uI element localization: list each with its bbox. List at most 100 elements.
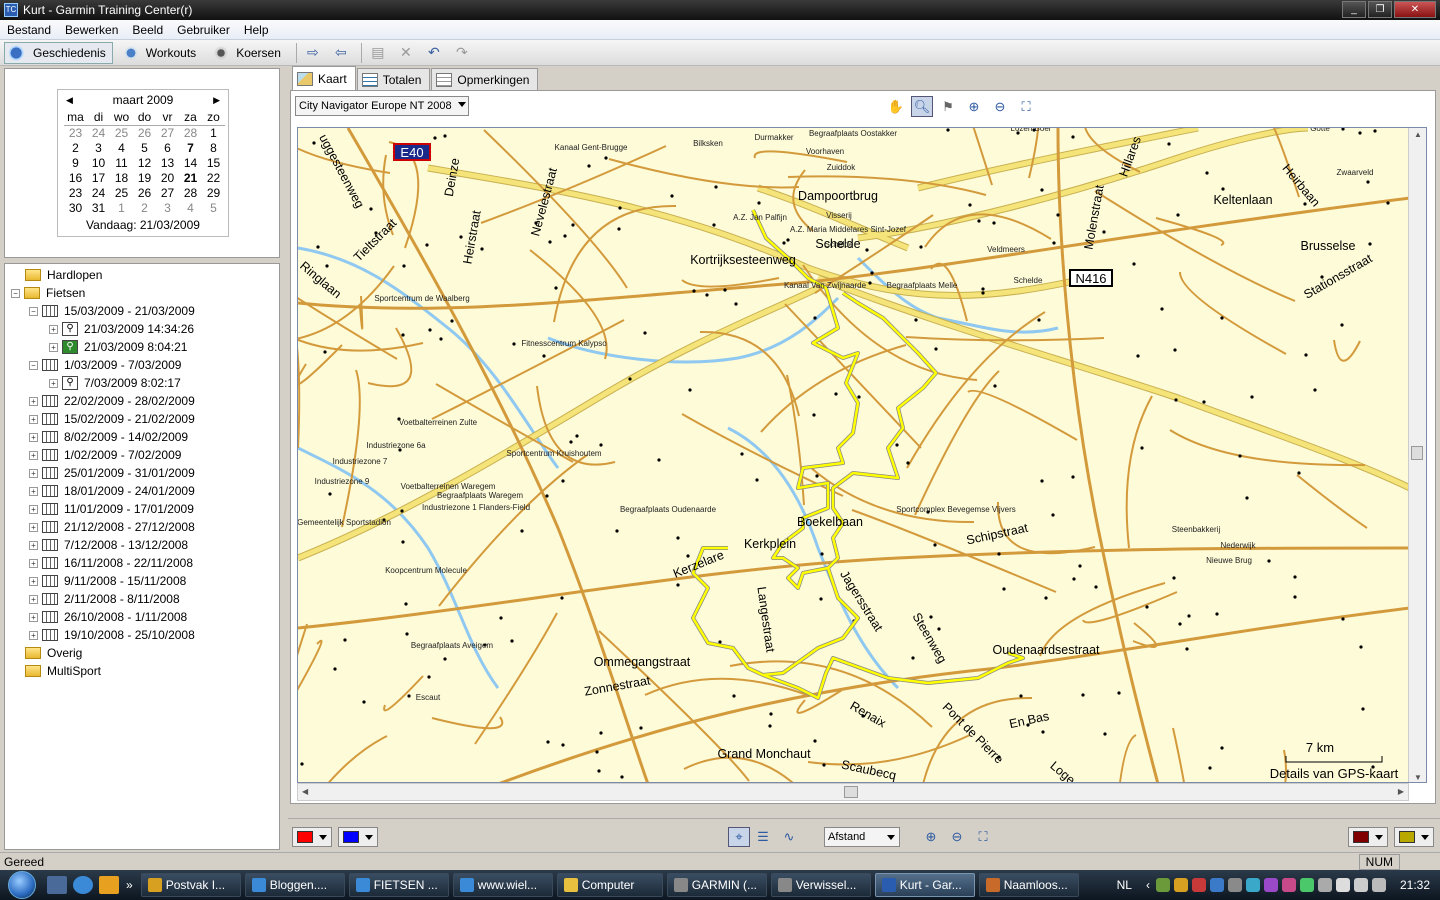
zoom-out-icon[interactable]: ⊖ (989, 96, 1011, 117)
calendar-day[interactable]: 11 (110, 156, 133, 171)
tab-map[interactable]: Kaart (292, 66, 356, 90)
tree-item-week[interactable]: +22/02/2009 - 28/02/2009 (5, 392, 279, 410)
expand-icon[interactable]: + (49, 324, 58, 334)
pan-hand-icon[interactable]: ✋ (885, 96, 907, 117)
metric-select[interactable]: Afstand (824, 827, 900, 847)
calendar-day[interactable]: 31 (87, 201, 110, 216)
tray-network-icon[interactable] (1155, 878, 1170, 892)
show-desktop-icon[interactable] (47, 876, 67, 894)
minimize-button[interactable]: _ (1342, 1, 1366, 18)
calendar-day[interactable]: 25 (110, 186, 133, 201)
clock[interactable]: 21:32 (1400, 878, 1430, 892)
tree-item-week[interactable]: +26/10/2008 - 1/11/2008 (5, 608, 279, 626)
tree-item-week[interactable]: +9/11/2008 - 15/11/2008 (5, 572, 279, 590)
tree-item-overig[interactable]: Overig (5, 644, 279, 662)
taskbar-task[interactable]: Verwissel... (770, 873, 871, 897)
quicklaunch-more-icon[interactable]: » (126, 878, 133, 892)
expand-icon[interactable]: + (29, 396, 38, 406)
tree-item-week[interactable]: +18/01/2009 - 24/01/2009 (5, 482, 279, 500)
tree-item-week[interactable]: +8/02/2009 - 14/02/2009 (5, 428, 279, 446)
tray-app-icon[interactable] (1263, 878, 1278, 892)
prev-month-icon[interactable]: ◀ (66, 95, 73, 106)
tray-app-icon[interactable] (1209, 878, 1224, 892)
tray-app-icon[interactable] (1245, 878, 1260, 892)
zoom-out-icon[interactable]: ⊖ (946, 827, 968, 847)
receive-from-device-icon[interactable]: ⇦ (329, 42, 353, 64)
color-picker-1[interactable] (292, 827, 332, 847)
calendar-day[interactable]: 18 (110, 171, 133, 186)
collapse-icon[interactable]: − (29, 360, 38, 370)
expand-icon[interactable]: + (29, 630, 38, 640)
calendar-day[interactable]: 23 (64, 126, 87, 141)
tree-item-multisport[interactable]: MultiSport (5, 662, 279, 680)
calendar-day[interactable]: 28 (179, 126, 202, 141)
menu-bewerken[interactable]: Bewerken (58, 23, 125, 37)
calendar-day[interactable]: 25 (110, 126, 133, 141)
tree-item-week[interactable]: +19/10/2008 - 25/10/2008 (5, 626, 279, 644)
taskbar-task[interactable]: Kurt - Gar... (874, 873, 975, 897)
tray-device-icon[interactable] (1317, 878, 1332, 892)
menu-beeld[interactable]: Beeld (125, 23, 170, 37)
expand-icon[interactable]: + (29, 504, 38, 514)
calendar-day[interactable]: 30 (64, 201, 87, 216)
calendar-day[interactable]: 2 (133, 201, 156, 216)
taskbar-task[interactable]: Postvak I... (140, 873, 241, 897)
tree-item-week[interactable]: +16/11/2008 - 22/11/2008 (5, 554, 279, 572)
send-to-device-icon[interactable]: ⇨ (301, 42, 325, 64)
calendar-day[interactable]: 12 (133, 156, 156, 171)
taskbar-task[interactable]: GARMIN (... (666, 873, 767, 897)
calendar-day[interactable]: 3 (156, 201, 179, 216)
calendar-day[interactable]: 1 (202, 126, 225, 141)
calendar-day[interactable]: 15 (202, 156, 225, 171)
tree-item-week[interactable]: +15/02/2009 - 21/02/2009 (5, 410, 279, 428)
tree-item-activity[interactable]: + ⚲ 21/03/2009 14:34:26 (5, 320, 279, 338)
expand-icon[interactable]: + (49, 378, 58, 388)
taskbar-task[interactable]: Bloggen.... (244, 873, 345, 897)
expand-icon[interactable]: + (29, 486, 38, 496)
calendar-day[interactable]: 20 (156, 171, 179, 186)
tray-security-icon[interactable] (1191, 878, 1206, 892)
taskbar-task[interactable]: www.wiel... (452, 873, 553, 897)
calendar-day[interactable]: 1 (110, 201, 133, 216)
calendar-day[interactable]: 21 (179, 171, 202, 186)
delete-icon[interactable]: ✕ (394, 42, 418, 64)
fit-extent-icon[interactable]: ⛶ (1015, 96, 1037, 117)
undo-icon[interactable]: ↶ (422, 42, 446, 64)
menu-bestand[interactable]: Bestand (0, 23, 58, 37)
expand-icon[interactable]: + (29, 450, 38, 460)
taskbar-task[interactable]: FIETSEN ... (348, 873, 449, 897)
expand-icon[interactable]: + (29, 468, 38, 478)
calendar-day[interactable]: 14 (179, 156, 202, 171)
expand-icon[interactable]: + (29, 540, 38, 550)
calendar-day[interactable]: 7 (179, 141, 202, 156)
map-horizontal-scrollbar[interactable]: ◀ ▶ (297, 783, 1409, 801)
collapse-icon[interactable]: − (11, 288, 20, 298)
calendar-day[interactable]: 4 (110, 141, 133, 156)
expand-icon[interactable]: + (49, 342, 58, 352)
calendar-day[interactable]: 13 (156, 156, 179, 171)
tree-item-week[interactable]: +1/02/2009 - 7/02/2009 (5, 446, 279, 464)
redo-icon[interactable]: ↷ (450, 42, 474, 64)
calendar-today[interactable]: Vandaag: 21/03/2009 (58, 218, 228, 232)
delete-doc-icon[interactable]: ▤ (366, 42, 390, 64)
start-button[interactable] (0, 870, 44, 900)
calendar-day[interactable]: 24 (87, 186, 110, 201)
scroll-left-icon[interactable]: ◀ (302, 787, 308, 796)
calendar-day[interactable]: 24 (87, 126, 110, 141)
calendar-day[interactable]: 4 (179, 201, 202, 216)
expand-icon[interactable]: + (29, 522, 38, 532)
calendar-day[interactable]: 17 (87, 171, 110, 186)
calendar-day[interactable]: 6 (156, 141, 179, 156)
tray-app-icon[interactable] (1299, 878, 1314, 892)
media-player-icon[interactable] (99, 876, 119, 894)
tab-totals[interactable]: Totalen (356, 68, 431, 90)
tray-network-icon[interactable] (1371, 878, 1386, 892)
menu-gebruiker[interactable]: Gebruiker (170, 23, 237, 37)
maximize-button[interactable]: ❐ (1368, 1, 1392, 18)
calendar-day[interactable]: 8 (202, 141, 225, 156)
map-product-select[interactable]: City Navigator Europe NT 2008 (295, 96, 469, 116)
close-button[interactable]: ✕ (1394, 1, 1436, 18)
tray-battery-icon[interactable] (1335, 878, 1350, 892)
fit-extent-icon[interactable]: ⛶ (972, 827, 994, 847)
workouts-button[interactable]: Workouts (117, 42, 203, 64)
